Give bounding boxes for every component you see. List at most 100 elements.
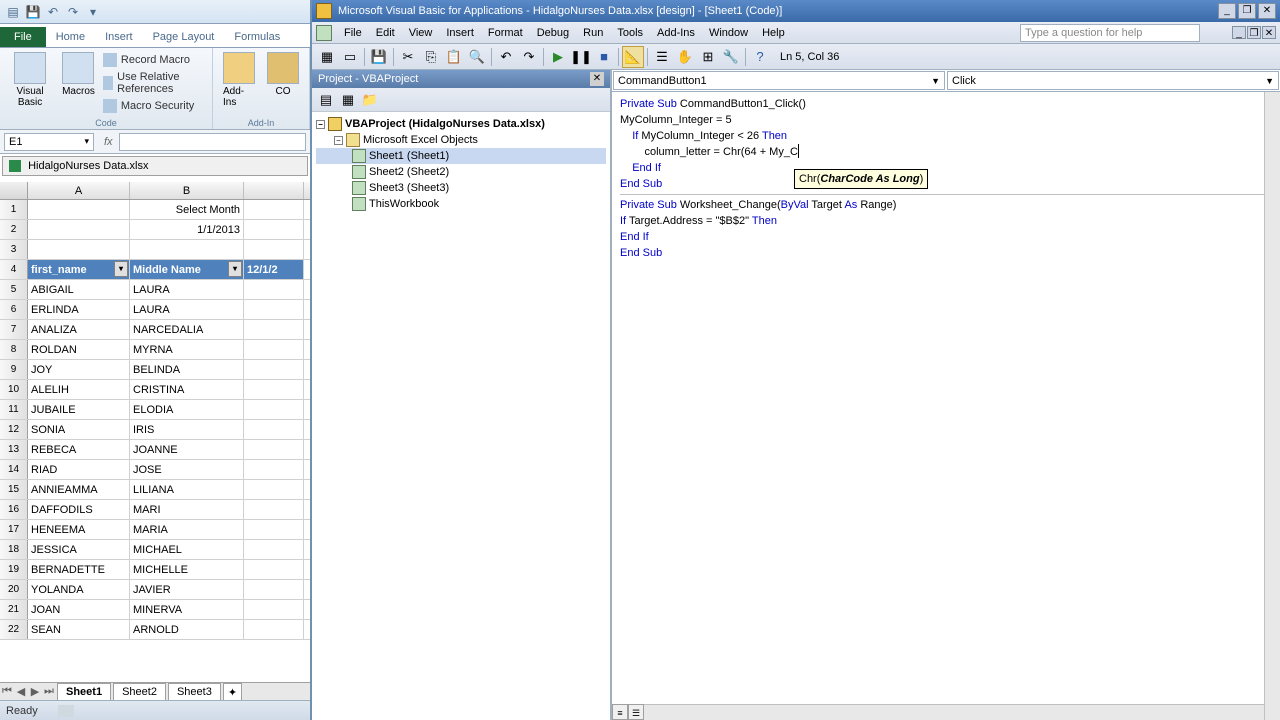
- visual-basic-button[interactable]: Visual Basic: [6, 50, 54, 127]
- file-tab[interactable]: File: [0, 27, 46, 47]
- macros-button[interactable]: Macros: [58, 50, 99, 127]
- prev-sheet-icon[interactable]: ◀: [14, 685, 28, 698]
- cell[interactable]: [244, 380, 304, 399]
- run-button[interactable]: ▶: [547, 46, 569, 68]
- find-button[interactable]: 🔍: [466, 46, 488, 68]
- child-minimize-button[interactable]: _: [1232, 26, 1246, 39]
- cell[interactable]: [244, 500, 304, 519]
- redo-icon[interactable]: ↷: [64, 3, 82, 21]
- cell[interactable]: DAFFODILS: [28, 500, 130, 519]
- menu-file[interactable]: File: [338, 25, 368, 41]
- procedure-view-button[interactable]: ≡: [612, 704, 628, 720]
- insert-tab[interactable]: Insert: [95, 27, 143, 47]
- cell[interactable]: [244, 320, 304, 339]
- tree-folder-objects[interactable]: − Microsoft Excel Objects: [316, 132, 606, 148]
- fx-icon[interactable]: fx: [104, 136, 113, 148]
- cell[interactable]: MYRNA: [130, 340, 244, 359]
- sheet-tab-1[interactable]: Sheet1: [57, 683, 111, 700]
- collapse-icon[interactable]: −: [316, 120, 325, 129]
- row-header[interactable]: 2: [0, 220, 28, 239]
- code-editor[interactable]: Private Sub CommandButton1_Click() MyCol…: [612, 92, 1280, 720]
- menu-tools[interactable]: Tools: [611, 25, 649, 41]
- object-dropdown[interactable]: CommandButton1▼: [613, 71, 945, 90]
- row-header[interactable]: 1: [0, 200, 28, 219]
- cell[interactable]: [244, 580, 304, 599]
- cell[interactable]: [28, 220, 130, 239]
- menu-window[interactable]: Window: [703, 25, 754, 41]
- toolbox-button[interactable]: 🔧: [720, 46, 742, 68]
- redo-button[interactable]: ↷: [518, 46, 540, 68]
- minimize-button[interactable]: _: [1218, 3, 1236, 19]
- cell[interactable]: JOY: [28, 360, 130, 379]
- page-layout-tab[interactable]: Page Layout: [143, 27, 225, 47]
- col-header-c[interactable]: [244, 182, 304, 199]
- cell[interactable]: ALELIH: [28, 380, 130, 399]
- cell[interactable]: Select Month: [130, 200, 244, 219]
- cell[interactable]: BELINDA: [130, 360, 244, 379]
- cell[interactable]: [244, 620, 304, 639]
- sheet-tab-2[interactable]: Sheet2: [113, 683, 166, 700]
- cell[interactable]: [244, 220, 304, 239]
- project-explorer-button[interactable]: ☰: [651, 46, 673, 68]
- first-sheet-icon[interactable]: ⏮: [0, 685, 14, 698]
- view-object-button[interactable]: ▦: [338, 91, 358, 109]
- menu-view[interactable]: View: [403, 25, 439, 41]
- cell[interactable]: JAVIER: [130, 580, 244, 599]
- macro-record-icon[interactable]: [58, 705, 74, 717]
- cell[interactable]: ERLINDA: [28, 300, 130, 319]
- row-header[interactable]: 11: [0, 400, 28, 419]
- cut-button[interactable]: ✂: [397, 46, 419, 68]
- help-button[interactable]: ?: [749, 46, 771, 68]
- cell[interactable]: [244, 480, 304, 499]
- cell[interactable]: 12/1/2: [244, 260, 304, 279]
- cell[interactable]: [28, 240, 130, 259]
- cell[interactable]: [244, 420, 304, 439]
- view-excel-button[interactable]: ▦: [316, 46, 338, 68]
- cell[interactable]: [244, 400, 304, 419]
- menu-insert[interactable]: Insert: [440, 25, 480, 41]
- full-module-view-button[interactable]: ☰: [628, 704, 644, 720]
- cell[interactable]: NARCEDALIA: [130, 320, 244, 339]
- cell[interactable]: MARI: [130, 500, 244, 519]
- cell[interactable]: MICHELLE: [130, 560, 244, 579]
- cell[interactable]: [244, 520, 304, 539]
- menu-debug[interactable]: Debug: [531, 25, 575, 41]
- cell[interactable]: [244, 540, 304, 559]
- cell[interactable]: JOSE: [130, 460, 244, 479]
- sheet-tab-3[interactable]: Sheet3: [168, 683, 221, 700]
- menu-addins[interactable]: Add-Ins: [651, 25, 701, 41]
- row-header[interactable]: 22: [0, 620, 28, 639]
- close-pane-button[interactable]: ✕: [590, 72, 604, 86]
- cell[interactable]: [244, 560, 304, 579]
- horizontal-scrollbar[interactable]: ≡ ☰: [612, 704, 1264, 720]
- row-header[interactable]: 12: [0, 420, 28, 439]
- cell[interactable]: ANNIEAMMA: [28, 480, 130, 499]
- cell[interactable]: SONIA: [28, 420, 130, 439]
- row-header[interactable]: 10: [0, 380, 28, 399]
- cell[interactable]: [244, 200, 304, 219]
- relative-ref-button[interactable]: Use Relative References: [103, 70, 206, 96]
- col-header-a[interactable]: A: [28, 182, 130, 199]
- cell[interactable]: CRISTINA: [130, 380, 244, 399]
- formulas-tab[interactable]: Formulas: [224, 27, 290, 47]
- new-sheet-icon[interactable]: ✦: [223, 683, 242, 701]
- next-sheet-icon[interactable]: ▶: [28, 685, 42, 698]
- cell[interactable]: SEAN: [28, 620, 130, 639]
- cell[interactable]: JESSICA: [28, 540, 130, 559]
- cell[interactable]: LAURA: [130, 280, 244, 299]
- save-button[interactable]: 💾: [368, 46, 390, 68]
- procedure-dropdown[interactable]: Click▼: [947, 71, 1279, 90]
- row-header[interactable]: 15: [0, 480, 28, 499]
- collapse-icon[interactable]: −: [334, 136, 343, 145]
- save-icon[interactable]: 💾: [24, 3, 42, 21]
- copy-button[interactable]: ⎘: [420, 46, 442, 68]
- design-mode-button[interactable]: 📐: [622, 46, 644, 68]
- filter-dropdown-icon[interactable]: ▾: [114, 261, 128, 277]
- tree-sheet2[interactable]: Sheet2 (Sheet2): [316, 164, 606, 180]
- help-search[interactable]: Type a question for help: [1020, 24, 1200, 42]
- cell[interactable]: first_name▾: [28, 260, 130, 279]
- menu-help[interactable]: Help: [756, 25, 791, 41]
- cell[interactable]: [244, 340, 304, 359]
- close-button[interactable]: ✕: [1258, 3, 1276, 19]
- row-header[interactable]: 20: [0, 580, 28, 599]
